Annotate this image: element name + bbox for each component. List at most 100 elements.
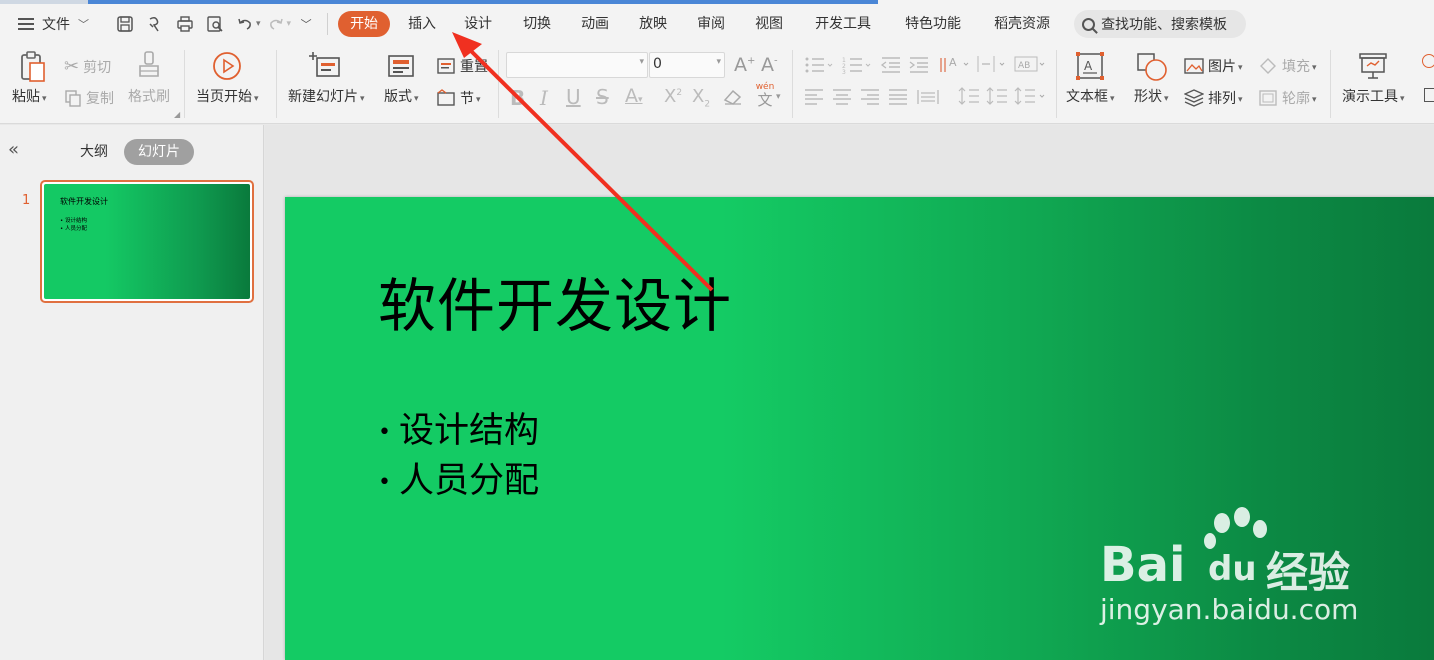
collapse-panel-icon[interactable]: « <box>8 139 19 160</box>
bullet-list-icon[interactable] <box>804 56 834 78</box>
line-spacing-box-icon[interactable] <box>974 54 1008 78</box>
play-current-button[interactable]: 当页开始 <box>196 50 259 106</box>
spacing-options-icon[interactable] <box>1014 86 1048 110</box>
section-button[interactable]: 节 <box>436 88 481 108</box>
dialog-launcher-icon[interactable]: ◢ <box>174 110 180 119</box>
tab-review[interactable]: 审阅 <box>682 11 740 37</box>
print-icon[interactable] <box>174 13 196 35</box>
arrange-label: 排列 <box>1208 91 1236 107</box>
search-icon <box>1082 17 1096 31</box>
bold-icon[interactable]: B <box>510 86 525 110</box>
text-style-icon[interactable]: AB <box>1014 54 1048 78</box>
section-label: 节 <box>460 91 474 107</box>
tab-outline[interactable]: 大纲 <box>72 139 116 165</box>
tab-docer[interactable]: 稻壳资源 <box>978 11 1066 37</box>
undo-icon[interactable] <box>234 13 256 35</box>
strikethrough-icon[interactable]: S <box>596 85 609 109</box>
presenter-tools-button[interactable]: 演示工具 <box>1342 50 1405 106</box>
customize-toolbar-icon[interactable]: ﹀ <box>295 13 317 35</box>
watermark-brand: Bai <box>1100 537 1186 593</box>
text-direction-icon[interactable]: A <box>938 54 972 78</box>
slide-bullet[interactable]: • 设计结构 <box>378 402 539 453</box>
tab-transitions[interactable]: 切换 <box>508 11 566 37</box>
svg-text:A: A <box>1084 59 1093 73</box>
search-box[interactable]: 查找功能、搜索模板 <box>1074 10 1247 38</box>
line-spacing-icon[interactable] <box>958 86 980 110</box>
font-color-icon[interactable]: A▾ <box>625 85 643 107</box>
tab-insert[interactable]: 插入 <box>396 11 448 37</box>
picture-button[interactable]: 图片 <box>1184 56 1243 76</box>
file-menu-label: 文件 <box>42 17 70 33</box>
layout-button[interactable]: 版式 <box>384 50 419 106</box>
justify-icon[interactable] <box>888 88 908 110</box>
overflow-icon-2[interactable] <box>1424 88 1434 102</box>
align-right-icon[interactable] <box>860 88 880 110</box>
font-size-combo[interactable]: 0 ▾ <box>649 52 725 78</box>
fill-label: 填充 <box>1282 59 1310 75</box>
textbox-button[interactable]: A 文本框 <box>1066 50 1115 106</box>
font-size-value: 0 <box>653 56 662 72</box>
new-slide-icon <box>309 52 341 77</box>
tab-slides[interactable]: 幻灯片 <box>124 139 194 165</box>
paste-button[interactable]: 粘贴 <box>12 50 50 106</box>
shape-button[interactable]: 形状 <box>1134 50 1169 106</box>
outline-icon <box>1259 90 1277 106</box>
shape-icon <box>1137 53 1168 81</box>
redo-icon[interactable] <box>265 13 287 35</box>
subscript-icon[interactable]: X2 <box>692 86 710 110</box>
italic-icon[interactable]: I <box>540 86 548 110</box>
new-slide-label: 新建幻灯片 <box>288 89 358 105</box>
slide-title[interactable]: 软件开发设计 <box>378 259 732 343</box>
chevron-down-icon: ﹀ <box>78 18 89 31</box>
new-slide-button[interactable]: 新建幻灯片 <box>288 50 365 106</box>
thumbnail-bullet: • 设计结构 <box>60 218 88 224</box>
reset-icon <box>437 58 455 74</box>
outline-button[interactable]: 轮廓 <box>1258 88 1317 108</box>
copy-button[interactable]: 复制 <box>64 88 114 108</box>
tab-view[interactable]: 视图 <box>740 11 798 37</box>
ribbon-tabs: 开始 插入 设计 切换 动画 放映 审阅 视图 开发工具 特色功能 稻壳资源 <box>334 4 1066 44</box>
watermark-url: jingyan.baidu.com <box>1100 593 1359 626</box>
format-painter-button[interactable]: 格式刷 <box>128 50 170 106</box>
underline-icon[interactable]: U <box>566 85 581 109</box>
decrease-font-icon[interactable]: A- <box>761 54 778 76</box>
save-icon[interactable] <box>114 13 136 35</box>
font-name-combo[interactable]: ▾ <box>506 52 648 78</box>
tab-design[interactable]: 设计 <box>448 11 508 37</box>
redo-dropdown-icon[interactable]: ▾ <box>287 19 292 29</box>
watermark-cn: 经验 <box>1266 548 1351 597</box>
phonetic-guide-icon[interactable]: wén 文 <box>752 82 778 109</box>
layout-label: 版式 <box>384 89 412 105</box>
eraser-icon[interactable] <box>722 88 744 110</box>
chevron-down-icon[interactable]: ▾ <box>776 92 781 102</box>
distribute-icon[interactable] <box>916 88 940 110</box>
overflow-icon[interactable] <box>1422 54 1434 68</box>
slide-bullet[interactable]: • 人员分配 <box>378 452 539 503</box>
align-left-icon[interactable] <box>804 88 824 110</box>
print-preview-icon[interactable] <box>204 13 226 35</box>
tab-developer[interactable]: 开发工具 <box>798 11 888 37</box>
superscript-icon[interactable]: X2 <box>664 86 682 107</box>
cut-button[interactable]: ✂ 剪切 <box>64 56 111 77</box>
file-menu[interactable]: 文件 ﹀ <box>0 4 110 44</box>
paste-label: 粘贴 <box>12 89 40 105</box>
slide-thumbnail[interactable]: 软件开发设计 • 设计结构 • 人员分配 <box>40 180 254 303</box>
tab-features[interactable]: 特色功能 <box>888 11 978 37</box>
arrange-button[interactable]: 排列 <box>1184 88 1243 108</box>
align-center-icon[interactable] <box>832 88 852 110</box>
undo-dropdown-icon[interactable]: ▾ <box>256 19 261 29</box>
phonetic-char: 文 <box>757 91 773 109</box>
format-convert-icon[interactable] <box>144 13 166 35</box>
numbered-list-icon[interactable]: 123 <box>842 56 872 78</box>
reset-button[interactable]: 重置 <box>436 56 488 76</box>
fill-button[interactable]: 填充 <box>1258 56 1317 76</box>
reset-label: 重置 <box>460 59 488 75</box>
decrease-indent-icon[interactable] <box>880 56 902 78</box>
slide-number: 1 <box>22 193 31 208</box>
increase-font-icon[interactable]: A+ <box>734 54 755 76</box>
tab-home[interactable]: 开始 <box>338 11 391 37</box>
paragraph-spacing-icon[interactable] <box>986 86 1008 110</box>
increase-indent-icon[interactable] <box>908 56 930 78</box>
tab-slideshow[interactable]: 放映 <box>624 11 682 37</box>
tab-animation[interactable]: 动画 <box>566 11 624 37</box>
